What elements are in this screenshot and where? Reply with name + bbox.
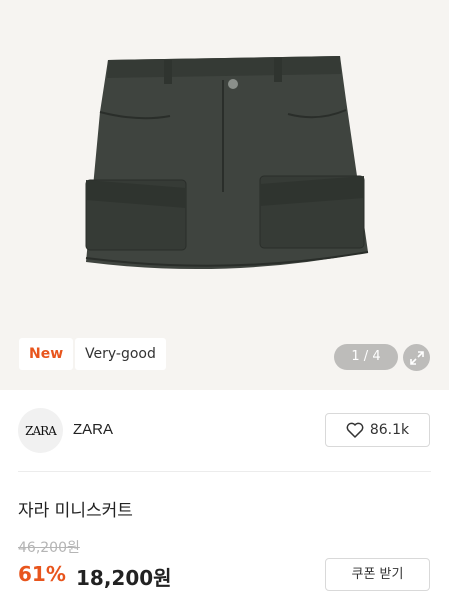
heart-icon [346, 422, 364, 438]
new-tag: New [19, 338, 74, 370]
like-button[interactable]: 86.1k [325, 413, 430, 447]
coupon-button[interactable]: 쿠폰 받기 [325, 558, 430, 591]
brand-name[interactable]: ZARA [73, 421, 113, 438]
like-count: 86.1k [369, 422, 410, 438]
brand-logo[interactable]: ZARA [18, 408, 63, 453]
original-price: 46,200원 [18, 540, 80, 556]
divider [18, 471, 431, 472]
condition-tag: Very-good [75, 338, 166, 370]
product-title: 자라 미니스커트 [18, 501, 133, 521]
expand-icon[interactable] [403, 344, 430, 371]
discount-rate: 61% [18, 562, 66, 586]
product-image-area[interactable]: New Very-good 1 / 4 [0, 0, 449, 390]
image-pager: 1 / 4 [334, 344, 398, 370]
sale-price: 18,200원 [76, 566, 172, 590]
product-image [85, 56, 369, 270]
